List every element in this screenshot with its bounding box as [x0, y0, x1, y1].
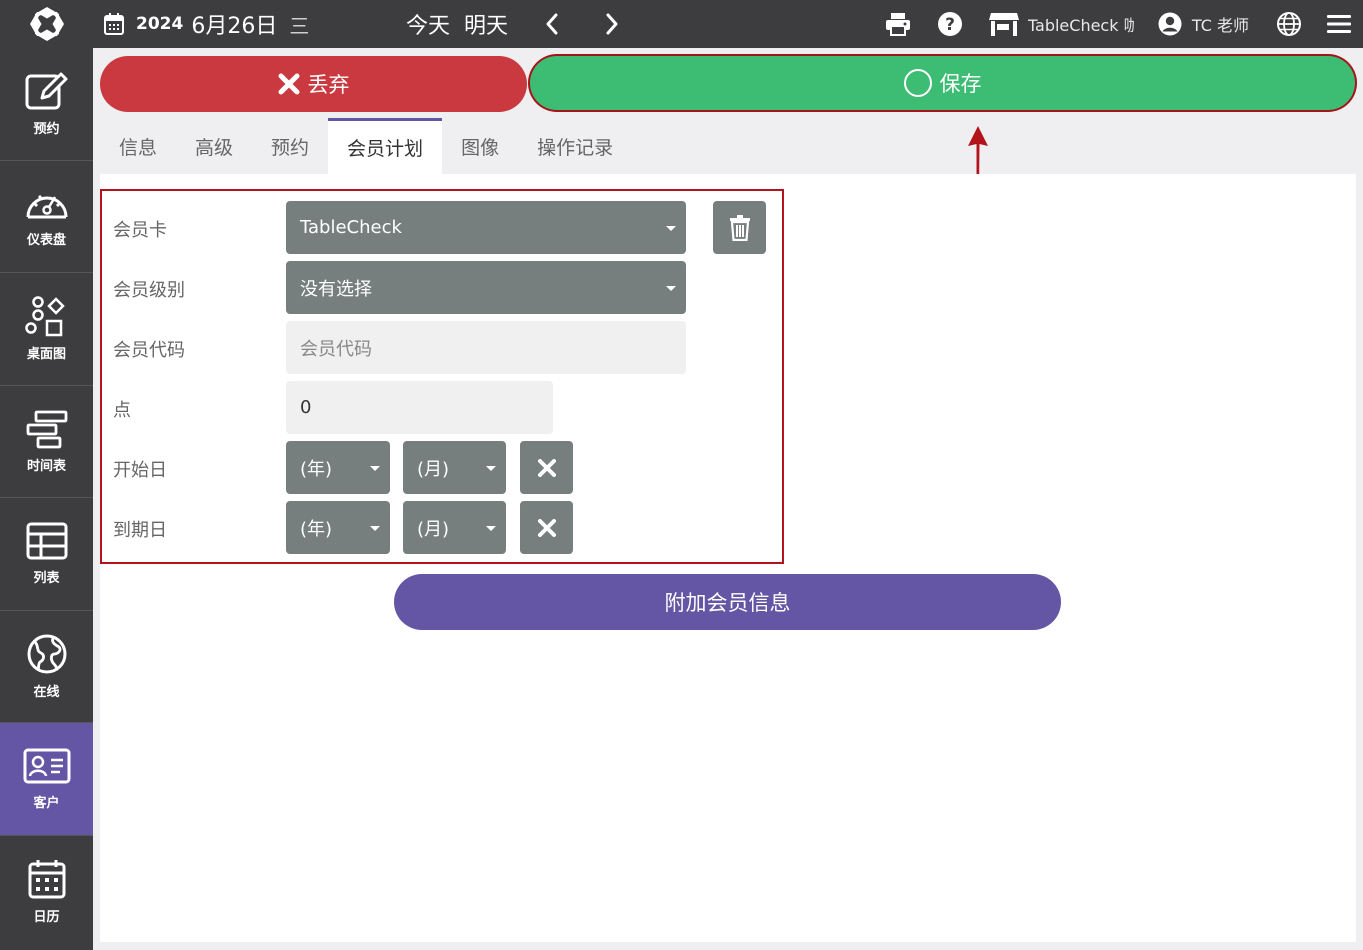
timeline-icon [26, 410, 67, 449]
tab-advanced[interactable]: 高级 [176, 118, 252, 174]
sidebar-item-label: 在线 [33, 684, 60, 700]
caret-down-icon [666, 225, 676, 231]
table-icon [26, 522, 67, 560]
sidebar-item-customers[interactable]: 客户 [0, 723, 93, 836]
trash-icon [729, 214, 750, 241]
print-icon[interactable] [884, 10, 912, 38]
close-icon [537, 458, 556, 477]
next-day-button[interactable] [592, 0, 632, 48]
globe-icon [27, 634, 66, 674]
save-button[interactable]: 保存 [530, 56, 1355, 110]
card-value: TableCheck [300, 217, 402, 238]
sidebar-item-label: 时间表 [26, 458, 66, 474]
dashboard-icon [26, 195, 67, 219]
close-icon [537, 518, 556, 537]
sidebar-item-list[interactable]: 列表 [0, 498, 93, 611]
id-card-icon [23, 748, 70, 784]
expiry-year-value: (年) [300, 518, 333, 540]
tab-bar: 信息 高级 预约 会员计划 图像 操作记录 [100, 118, 632, 174]
topbar-right: ? TableCheck 咖啡 TC 老师 [884, 0, 1363, 48]
sidebar-item-dashboard[interactable]: 仪表盘 [0, 161, 93, 273]
discard-label: 丢弃 [307, 73, 350, 97]
user-label: TC 老师 [1191, 16, 1249, 35]
points-label: 点 [113, 400, 131, 421]
start-month-value: (月) [417, 458, 450, 480]
sidebar-item-floorplan[interactable]: 桌面图 [0, 273, 93, 386]
sidebar-item-label: 客户 [33, 796, 60, 812]
chevron-left-icon [546, 13, 558, 35]
date-weekday: 三 [289, 13, 310, 38]
sidebar: 预约 仪表盘 桌面图 时间表 列表 在线 客户 日历 [0, 48, 93, 950]
caret-down-icon [666, 285, 676, 291]
caret-down-icon [486, 465, 496, 471]
user-circle-icon [1156, 10, 1184, 38]
svg-text:?: ? [945, 15, 955, 35]
start-date-label: 开始日 [113, 460, 167, 481]
expiry-month-select[interactable]: (月) [403, 501, 506, 554]
add-membership-button[interactable]: 附加会员信息 [394, 574, 1061, 630]
membership-code-input[interactable]: 会员代码 [286, 321, 686, 374]
save-label: 保存 [939, 72, 982, 96]
start-year-select[interactable]: (年) [286, 441, 390, 494]
date-nav: 今天 明天 [406, 0, 652, 48]
sidebar-item-label: 列表 [33, 571, 60, 587]
level-label: 会员级别 [113, 280, 185, 301]
language-globe-icon[interactable] [1275, 10, 1303, 38]
calendar-icon [28, 860, 65, 899]
sidebar-item-calendar[interactable]: 日历 [0, 836, 93, 949]
sidebar-item-timeline[interactable]: 时间表 [0, 386, 93, 498]
close-icon [278, 73, 299, 95]
discard-button[interactable]: 丢弃 [100, 56, 527, 112]
points-value: 0 [300, 397, 312, 418]
sidebar-item-reservations[interactable]: 预约 [0, 48, 93, 161]
membership-level-select[interactable]: 没有选择 [286, 261, 686, 314]
shapes-icon [24, 296, 65, 337]
code-placeholder: 会员代码 [300, 338, 372, 360]
caret-down-icon [370, 465, 380, 471]
date-year: 2024 [136, 14, 184, 34]
calendar-small-icon [100, 10, 128, 38]
tablecheck-logo-icon[interactable] [0, 0, 93, 48]
tab-info[interactable]: 信息 [100, 118, 176, 174]
tab-membership[interactable]: 会员计划 [328, 118, 443, 174]
delete-card-button[interactable] [713, 201, 766, 254]
store-icon [988, 10, 1020, 38]
start-year-value: (年) [300, 458, 333, 480]
prev-day-button[interactable] [532, 0, 572, 48]
tab-images[interactable]: 图像 [442, 118, 518, 174]
user-menu[interactable]: TC 老师 [1156, 10, 1249, 38]
membership-card-select[interactable]: TableCheck [286, 201, 686, 254]
caret-down-icon [486, 525, 496, 531]
clear-expiry-date-button[interactable] [520, 501, 573, 554]
hamburger-menu-icon[interactable] [1325, 10, 1353, 38]
date-picker[interactable]: 2024 6月26日 三 [100, 0, 309, 48]
caret-down-icon [370, 525, 380, 531]
code-label: 会员代码 [113, 340, 185, 361]
top-bar: 2024 6月26日 三 今天 明天 ? TableCheck 咖啡 [0, 0, 1363, 48]
card-label: 会员卡 [113, 220, 167, 241]
sidebar-item-label: 仪表盘 [26, 232, 66, 248]
sidebar-item-label: 桌面图 [26, 347, 66, 363]
today-button[interactable]: 今天 [406, 8, 450, 40]
edit-icon [25, 72, 67, 110]
sidebar-item-label: 预约 [33, 122, 60, 138]
date-month-day: 6月26日 [191, 14, 278, 39]
expiry-month-value: (月) [417, 518, 450, 540]
sidebar-item-label: 日历 [33, 910, 60, 926]
shop-selector[interactable]: TableCheck 咖啡 [988, 10, 1134, 38]
shop-label: TableCheck 咖啡 [1027, 16, 1134, 35]
level-value: 没有选择 [300, 278, 372, 300]
tab-reservations[interactable]: 预约 [252, 118, 328, 174]
expiry-year-select[interactable]: (年) [286, 501, 390, 554]
tomorrow-button[interactable]: 明天 [464, 8, 508, 40]
help-icon[interactable]: ? [936, 10, 964, 38]
start-month-select[interactable]: (月) [403, 441, 506, 494]
points-input[interactable]: 0 [286, 381, 553, 434]
chevron-right-icon [606, 13, 618, 35]
sidebar-item-online[interactable]: 在线 [0, 611, 93, 723]
expiry-date-label: 到期日 [113, 520, 167, 541]
circle-icon [903, 69, 932, 97]
clear-start-date-button[interactable] [520, 441, 573, 494]
tab-history[interactable]: 操作记录 [518, 118, 632, 174]
